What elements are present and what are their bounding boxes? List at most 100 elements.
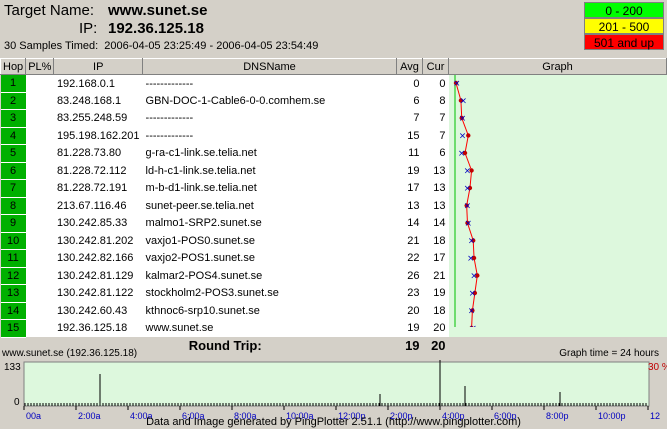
packet-loss xyxy=(25,162,54,180)
hop-number: 9 xyxy=(0,214,26,233)
ip-address: 192.168.0.1 xyxy=(53,74,143,92)
dns-name: www.sunet.se xyxy=(142,319,397,337)
target-name-value: www.sunet.se xyxy=(108,2,208,19)
cur-marker: × xyxy=(470,272,478,282)
cur-marker: × xyxy=(464,184,472,194)
dns-name: kthnoc6-srp10.sunet.se xyxy=(142,302,397,320)
hop-number: 5 xyxy=(0,144,26,163)
avg-latency: 26 xyxy=(396,267,423,285)
avg-latency: 19 xyxy=(396,162,423,180)
dns-name: malmo1-SRP2.sunet.se xyxy=(142,214,397,232)
packet-loss xyxy=(25,74,54,92)
cur-marker: × xyxy=(453,79,461,89)
col-cur[interactable]: Cur xyxy=(422,58,450,75)
avg-point xyxy=(466,133,471,138)
dns-name: vaxjo2-POS1.sunet.se xyxy=(142,249,397,267)
packet-loss xyxy=(25,144,54,162)
ip-address: 130.242.81.202 xyxy=(53,232,143,250)
ip-address: 192.36.125.18 xyxy=(53,319,143,337)
hop-number: 4 xyxy=(0,127,26,145)
avg-latency: 21 xyxy=(396,232,423,250)
col-graph[interactable]: Graph xyxy=(448,58,667,75)
hop-number: 2 xyxy=(0,92,26,110)
dns-name: m-b-d1-link.se.telia.net xyxy=(142,179,397,197)
dns-name: ------------- xyxy=(142,109,397,127)
graph-background xyxy=(450,75,667,327)
avg-latency: 11 xyxy=(396,144,423,162)
hop-latency-graph: × × × × × × × × × × × × × × × xyxy=(450,75,667,327)
packet-loss xyxy=(25,92,54,110)
report-header: Target Name: www.sunet.se IP: 192.36.125… xyxy=(0,0,667,58)
cur-marker: × xyxy=(468,237,476,247)
ip-address: 130.242.81.129 xyxy=(53,267,143,285)
avg-latency: 20 xyxy=(396,302,423,320)
cur-latency: 18 xyxy=(422,302,449,320)
history-ymax: 133 xyxy=(4,362,21,373)
hop-number: 1 xyxy=(0,74,26,93)
hop-number: 6 xyxy=(0,162,26,180)
cur-latency: 13 xyxy=(422,197,449,215)
cur-marker: × xyxy=(464,219,472,229)
dns-name: stockholm2-POS3.sunet.se xyxy=(142,284,397,302)
avg-latency: 13 xyxy=(396,197,423,215)
cur-latency: 20 xyxy=(422,319,449,337)
hop-number: 12 xyxy=(0,267,26,285)
col-dns[interactable]: DNSName xyxy=(142,58,398,75)
cur-latency: 19 xyxy=(422,284,449,302)
dns-name: kalmar2-POS4.sunet.se xyxy=(142,267,397,285)
avg-latency: 22 xyxy=(396,249,423,267)
ip-address: 213.67.116.46 xyxy=(53,197,143,215)
target-name-label: Target Name: xyxy=(4,2,95,19)
packet-loss xyxy=(25,127,54,145)
history-loss-label: 30 % xyxy=(648,362,667,373)
cur-marker: × xyxy=(468,307,476,317)
cur-marker: × xyxy=(460,97,468,107)
packet-loss xyxy=(25,179,54,197)
hop-number: 15 xyxy=(0,319,26,338)
samples-text: 30 Samples Timed: 2006-04-05 23:25:49 - … xyxy=(4,40,319,52)
cur-latency: 14 xyxy=(422,214,449,232)
ip-address: 130.242.85.33 xyxy=(53,214,143,232)
cur-marker: × xyxy=(458,149,466,159)
avg-latency: 7 xyxy=(396,109,423,127)
hop-number: 13 xyxy=(0,284,26,303)
hop-number: 7 xyxy=(0,179,26,198)
col-pl[interactable]: PL% xyxy=(25,58,55,75)
footer-credit: Data and Image generated by PingPlotter … xyxy=(146,416,521,428)
ip-address: 83.255.248.59 xyxy=(53,109,143,127)
cur-latency: 21 xyxy=(422,267,449,285)
packet-loss xyxy=(25,232,54,250)
cur-latency: 13 xyxy=(422,162,449,180)
ip-address: 130.242.82.166 xyxy=(53,249,143,267)
hop-number: 3 xyxy=(0,109,26,128)
ip-address: 195.198.162.201 xyxy=(53,127,143,145)
cur-marker: × xyxy=(469,289,477,299)
col-hop[interactable]: Hop xyxy=(0,58,27,75)
avg-latency: 14 xyxy=(396,214,423,232)
cur-latency: 18 xyxy=(422,232,449,250)
cur-latency: 0 xyxy=(422,74,449,92)
dns-name: ------------- xyxy=(142,74,397,92)
dns-name: ------------- xyxy=(142,127,397,145)
dns-name: g-ra-c1-link.se.telia.net xyxy=(142,144,397,162)
packet-loss xyxy=(25,109,54,127)
cur-marker: × xyxy=(467,254,475,264)
hop-number: 11 xyxy=(0,249,26,268)
ip-address: 130.242.60.43 xyxy=(53,302,143,320)
avg-latency: 23 xyxy=(396,284,423,302)
packet-loss xyxy=(25,214,54,232)
avg-latency: 6 xyxy=(396,92,423,110)
ip-value: 192.36.125.18 xyxy=(108,20,204,37)
cur-marker: × xyxy=(459,114,467,124)
dns-name: sunet-peer.se.telia.net xyxy=(142,197,397,215)
hop-number: 8 xyxy=(0,197,26,215)
col-avg[interactable]: Avg xyxy=(396,58,424,75)
packet-loss xyxy=(25,197,54,215)
cur-marker: × xyxy=(459,132,467,142)
ip-address: 81.228.72.112 xyxy=(53,162,143,180)
col-ip[interactable]: IP xyxy=(53,58,144,75)
avg-latency: 17 xyxy=(396,179,423,197)
packet-loss xyxy=(25,284,54,302)
cur-marker: × xyxy=(464,167,472,177)
packet-loss xyxy=(25,249,54,267)
